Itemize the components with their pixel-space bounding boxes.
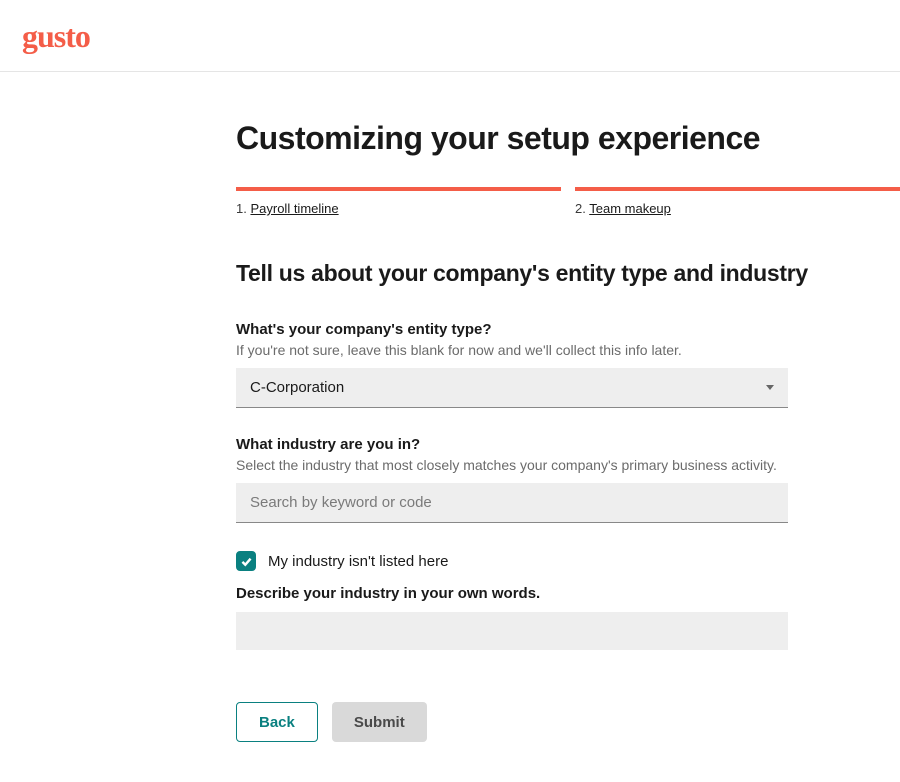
progress-label-2: 2. Team makeup xyxy=(575,201,900,216)
industry-not-listed-row: My industry isn't listed here xyxy=(236,551,900,571)
describe-industry-label: Describe your industry in your own words… xyxy=(236,585,900,602)
entity-type-field-group: What's your company's entity type? If yo… xyxy=(236,321,788,408)
back-button[interactable]: Back xyxy=(236,702,318,742)
industry-not-listed-label: My industry isn't listed here xyxy=(268,553,448,570)
progress-step-2[interactable]: 2. Team makeup xyxy=(575,187,900,216)
describe-industry-input[interactable] xyxy=(236,612,788,650)
main-content: Customizing your setup experience 1. Pay… xyxy=(0,72,900,782)
progress-step-1[interactable]: 1. Payroll timeline xyxy=(236,187,561,216)
entity-type-selected-value: C-Corporation xyxy=(250,379,766,396)
section-title: Tell us about your company's entity type… xyxy=(236,260,900,287)
entity-type-hint: If you're not sure, leave this blank for… xyxy=(236,342,788,358)
check-icon xyxy=(240,555,253,568)
page-title: Customizing your setup experience xyxy=(236,120,900,157)
progress-bar-1 xyxy=(236,187,561,191)
industry-label: What industry are you in? xyxy=(236,436,788,453)
progress-link-payroll-timeline[interactable]: Payroll timeline xyxy=(250,201,338,216)
industry-field-group: What industry are you in? Select the ind… xyxy=(236,436,788,523)
industry-hint: Select the industry that most closely ma… xyxy=(236,457,788,473)
entity-type-label: What's your company's entity type? xyxy=(236,321,788,338)
progress-number-1: 1. xyxy=(236,201,247,216)
progress-bar-2 xyxy=(575,187,900,191)
topbar: gusto xyxy=(0,0,900,72)
button-row: Back Submit xyxy=(236,702,900,742)
progress-label-1: 1. Payroll timeline xyxy=(236,201,561,216)
industry-search-input[interactable] xyxy=(236,483,788,523)
progress-number-2: 2. xyxy=(575,201,586,216)
gusto-logo: gusto xyxy=(22,18,878,55)
submit-button[interactable]: Submit xyxy=(332,702,427,742)
progress-link-team-makeup[interactable]: Team makeup xyxy=(589,201,671,216)
progress-steps: 1. Payroll timeline 2. Team makeup xyxy=(236,187,900,216)
entity-type-select[interactable]: C-Corporation xyxy=(236,368,788,408)
chevron-down-icon xyxy=(766,385,774,390)
describe-industry-wrap xyxy=(236,612,788,650)
industry-not-listed-checkbox[interactable] xyxy=(236,551,256,571)
